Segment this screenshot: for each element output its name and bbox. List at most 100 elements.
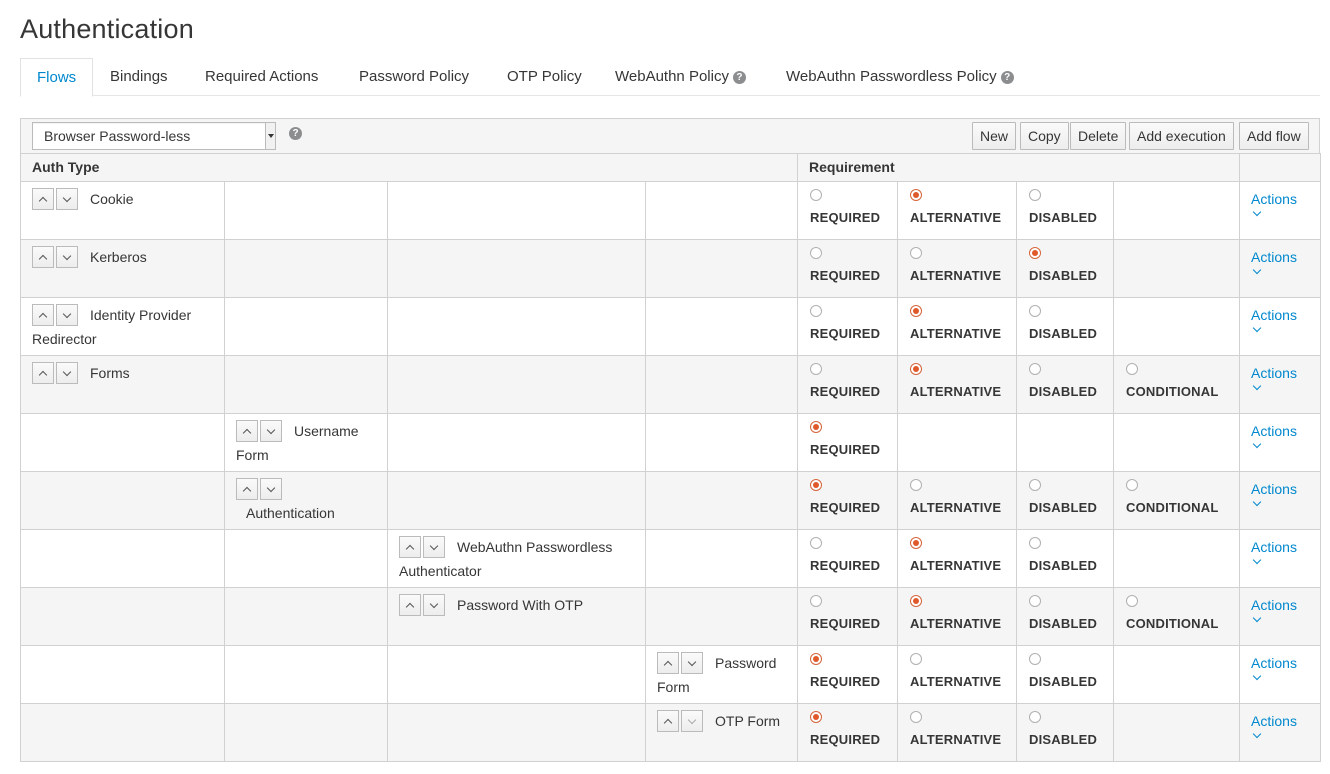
actions-link[interactable]: Actions [1251,709,1309,733]
requirement-radio-required[interactable] [810,595,823,607]
requirement-radio-required[interactable] [810,247,823,259]
question-circle-icon[interactable]: ? [289,127,302,140]
actions-dropdown[interactable]: Actions [1239,529,1322,588]
requirement-option-required: REQUIRED [797,645,899,704]
move-down-icon[interactable] [260,478,282,501]
requirement-radio-disabled[interactable] [1029,305,1042,317]
actions-link[interactable]: Actions [1251,361,1309,385]
requirement-radio-alternative[interactable] [910,363,923,375]
requirement-radio-required[interactable] [810,189,823,201]
requirement-option-disabled: DISABLED [1016,645,1115,704]
actions-dropdown[interactable]: Actions [1239,703,1322,762]
requirement-radio-disabled[interactable] [1029,711,1042,723]
move-down-icon[interactable] [56,188,78,211]
actions-link[interactable]: Actions [1251,303,1309,327]
question-circle-icon[interactable]: ? [1000,71,1014,84]
requirement-radio-alternative[interactable] [910,711,923,723]
requirement-option-alternative: ALTERNATIVE [897,181,1018,240]
move-down-icon[interactable] [681,710,703,733]
move-up-icon[interactable] [657,652,679,675]
auth-type-cell: Password With OTP [387,587,646,646]
empty-cell [644,355,799,414]
tab-otp-policy[interactable]: OTP Policy [491,58,598,96]
move-up-icon[interactable] [32,246,54,269]
requirement-radio-disabled[interactable] [1029,537,1042,549]
actions-dropdown[interactable]: Actions [1239,297,1322,356]
tab-webauthn-policy[interactable]: WebAuthn Policy? [599,58,762,96]
requirement-radio-required[interactable] [810,653,823,665]
delete-button[interactable]: Delete [1070,122,1127,150]
tab-required-actions[interactable]: Required Actions [189,58,334,96]
actions-dropdown[interactable]: Actions [1239,587,1322,646]
requirement-radio-required[interactable] [810,305,823,317]
requirement-radio-disabled[interactable] [1029,595,1042,607]
move-up-icon[interactable] [32,304,54,327]
requirement-radio-required[interactable] [810,711,823,723]
page-title: Authentication [20,14,194,44]
move-down-icon[interactable] [56,246,78,269]
copy-button[interactable]: Copy [1020,122,1069,150]
add-flow-button[interactable]: Add flow [1239,122,1309,150]
actions-dropdown[interactable]: Actions [1239,471,1322,530]
move-up-icon[interactable] [399,536,421,559]
requirement-radio-disabled[interactable] [1029,189,1042,201]
requirement-radio-required[interactable] [810,479,823,491]
requirement-radio-disabled[interactable] [1029,247,1042,259]
actions-link[interactable]: Actions [1251,245,1309,269]
requirement-radio-conditional[interactable] [1126,479,1139,491]
move-down-icon[interactable] [423,594,445,617]
execution-name: Forms [90,365,130,381]
requirement-radio-disabled[interactable] [1029,653,1042,665]
actions-dropdown[interactable]: Actions [1239,355,1322,414]
actions-link[interactable]: Actions [1251,651,1309,675]
move-up-icon[interactable] [399,594,421,617]
actions-dropdown[interactable]: Actions [1239,239,1322,298]
move-down-icon[interactable] [56,304,78,327]
requirement-radio-alternative[interactable] [910,479,923,491]
requirement-radio-alternative[interactable] [910,189,923,201]
move-down-icon[interactable] [260,420,282,443]
requirement-radio-required[interactable] [810,363,823,375]
actions-link[interactable]: Actions [1251,187,1309,211]
requirement-radio-required[interactable] [810,537,823,549]
requirement-label: ALTERNATIVE [910,268,1002,283]
actions-link[interactable]: Actions [1251,535,1309,559]
move-down-icon[interactable] [681,652,703,675]
requirement-radio-conditional[interactable] [1126,595,1139,607]
empty-cell [644,239,799,298]
tab-password-policy[interactable]: Password Policy [343,58,485,96]
actions-dropdown[interactable]: Actions [1239,413,1322,472]
requirement-radio-alternative[interactable] [910,247,923,259]
requirement-radio-alternative[interactable] [910,537,923,549]
requirement-radio-alternative[interactable] [910,595,923,607]
tab-webauthn-passwordless-policy[interactable]: WebAuthn Passwordless Policy? [770,58,1030,96]
actions-dropdown[interactable]: Actions [1239,645,1322,704]
move-down-icon[interactable] [423,536,445,559]
move-down-icon[interactable] [56,362,78,385]
actions-link[interactable]: Actions [1251,477,1309,501]
move-up-icon[interactable] [236,478,258,501]
actions-dropdown[interactable]: Actions [1239,181,1322,240]
empty-cell [387,239,646,298]
requirement-label: CONDITIONAL [1126,616,1219,631]
actions-link[interactable]: Actions [1251,419,1309,443]
requirement-radio-disabled[interactable] [1029,363,1042,375]
move-up-icon[interactable] [32,362,54,385]
requirement-option-required: REQUIRED [797,355,899,414]
requirement-radio-disabled[interactable] [1029,479,1042,491]
move-up-icon[interactable] [657,710,679,733]
tab-flows[interactable]: Flows [20,58,94,97]
actions-link[interactable]: Actions [1251,593,1309,617]
tab-bindings[interactable]: Bindings [94,58,184,96]
move-up-icon[interactable] [32,188,54,211]
new-button[interactable]: New [972,122,1017,150]
caret-down-icon[interactable] [265,123,275,149]
requirement-radio-conditional[interactable] [1126,363,1139,375]
add-execution-button[interactable]: Add execution [1129,122,1234,150]
flow-select[interactable]: Browser Password-less [32,122,276,150]
requirement-radio-alternative[interactable] [910,653,923,665]
requirement-radio-required[interactable] [810,421,823,433]
question-circle-icon[interactable]: ? [732,71,746,84]
move-up-icon[interactable] [236,420,258,443]
requirement-radio-alternative[interactable] [910,305,923,317]
